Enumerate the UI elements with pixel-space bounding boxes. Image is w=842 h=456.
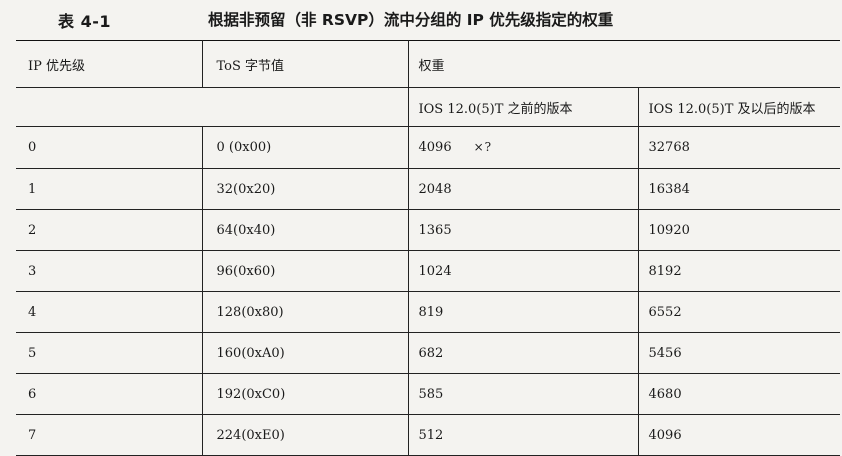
subheader-empty <box>16 87 409 127</box>
header-before-version: IOS 12.0(5)T 之前的版本 <box>408 87 639 127</box>
cell-ip: 2 <box>16 209 203 251</box>
table-row: 7 224(0xE0) 512 4096 <box>16 414 841 456</box>
cell-tos: 0 (0x00) <box>202 126 409 169</box>
cell-tos: 224(0xE0) <box>202 414 409 456</box>
cell-ip: 3 <box>16 250 203 292</box>
header-row: IP 优先级 ToS 字节值 权重 <box>16 40 841 88</box>
cell-ip: 7 <box>16 414 203 456</box>
cell-ip: 1 <box>16 168 203 210</box>
cell-before: 1024 <box>408 250 639 292</box>
subheader-row: IOS 12.0(5)T 之前的版本 IOS 12.0(5)T 及以后的版本 <box>16 87 841 127</box>
cell-before: 585 <box>408 373 639 415</box>
handwritten-mark: ×? <box>473 140 493 154</box>
cell-after: 10920 <box>638 209 841 251</box>
cell-ip: 0 <box>16 126 203 169</box>
cell-tos: 160(0xA0) <box>202 332 409 374</box>
cell-tos: 192(0xC0) <box>202 373 409 415</box>
cell-after: 8192 <box>638 250 841 292</box>
cell-tos: 96(0x60) <box>202 250 409 292</box>
header-weight: 权重 <box>408 40 841 88</box>
table-title: 根据非预留（非 RSVP）流中分组的 IP 优先级指定的权重 <box>208 11 614 29</box>
cell-after: 32768 <box>638 126 841 169</box>
table-row: 6 192(0xC0) 585 4680 <box>16 373 841 415</box>
header-ip-precedence: IP 优先级 <box>16 40 203 88</box>
table-caption: 表 4-1 根据非预留（非 RSVP）流中分组的 IP 优先级指定的权重 <box>0 0 842 34</box>
cell-after: 6552 <box>638 291 841 333</box>
table-row: 2 64(0x40) 1365 10920 <box>16 209 841 251</box>
header-tos-byte: ToS 字节值 <box>202 40 409 88</box>
cell-before: 819 <box>408 291 639 333</box>
table-row: 3 96(0x60) 1024 8192 <box>16 250 841 292</box>
cell-before: 512 <box>408 414 639 456</box>
cell-before-value: 4096 <box>418 140 452 155</box>
table-number: 表 4-1 <box>58 12 111 31</box>
cell-ip: 5 <box>16 332 203 374</box>
table-row: 4 128(0x80) 819 6552 <box>16 291 841 333</box>
cell-after: 16384 <box>638 168 841 210</box>
cell-before: 2048 <box>408 168 639 210</box>
cell-ip: 6 <box>16 373 203 415</box>
cell-before: 1365 <box>408 209 639 251</box>
cell-tos: 128(0x80) <box>202 291 409 333</box>
table-row: 0 0 (0x00) 4096 ×? 32768 <box>16 126 841 169</box>
cell-tos: 64(0x40) <box>202 209 409 251</box>
cell-after: 4096 <box>638 414 841 456</box>
cell-before: 4096 ×? <box>408 126 639 169</box>
cell-before: 682 <box>408 332 639 374</box>
table-row: 5 160(0xA0) 682 5456 <box>16 332 841 374</box>
cell-after: 5456 <box>638 332 841 374</box>
table-row: 1 32(0x20) 2048 16384 <box>16 168 841 210</box>
cell-tos: 32(0x20) <box>202 168 409 210</box>
header-after-version: IOS 12.0(5)T 及以后的版本 <box>638 87 841 127</box>
cell-after: 4680 <box>638 373 841 415</box>
cell-ip: 4 <box>16 291 203 333</box>
weight-table: IP 优先级 ToS 字节值 权重 IOS 12.0(5)T 之前的版本 IOS… <box>16 40 841 456</box>
